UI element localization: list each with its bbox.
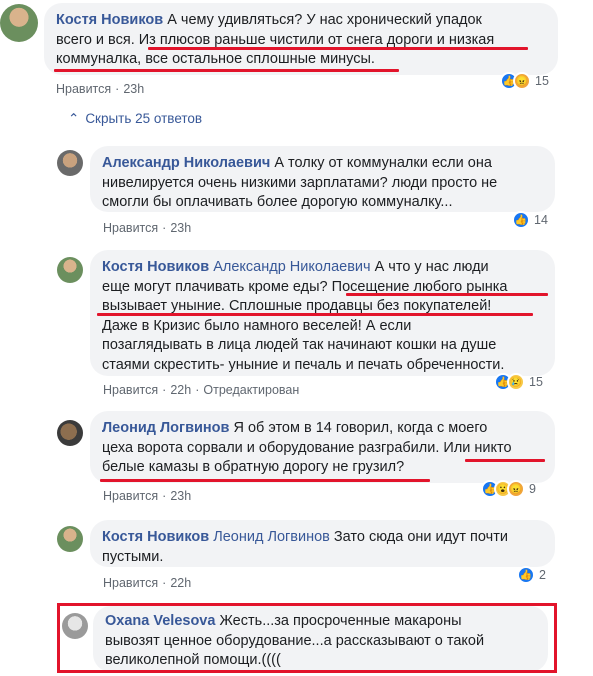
comment-text: Из плюсов раньше чистили от снега дороги… (138, 31, 495, 48)
sad-reaction-icon: 😢 (507, 373, 525, 391)
comment-actions: Нравится · 22h · Отредактирован (103, 383, 300, 397)
reactions[interactable]: 👍 😢 15 (494, 373, 543, 391)
timestamp[interactable]: 22h (170, 576, 191, 590)
reaction-count: 14 (534, 213, 548, 227)
like-button[interactable]: Нравится (103, 221, 158, 235)
reaction-count: 9 (529, 482, 536, 496)
chevron-up-icon: ⌃ (68, 111, 80, 126)
like-button[interactable]: Нравится (56, 82, 111, 96)
reaction-count: 15 (535, 74, 549, 88)
like-reaction-icon: 👍 (517, 566, 535, 584)
comment-text: нивелируется очень низкими зарплатами? л… (102, 174, 498, 191)
highlight-underline (465, 459, 545, 462)
highlight-underline (346, 293, 548, 296)
comment-text: коммуналка, все остальное сплошные минус… (56, 51, 375, 67)
highlight-underline (97, 313, 533, 316)
timestamp[interactable]: 22h (170, 383, 191, 397)
comment-text: стаями скрестить- уныние и печаль и печа… (102, 356, 505, 373)
avatar[interactable] (57, 150, 83, 176)
highlight-underline (54, 69, 399, 72)
comment-author[interactable]: Костя Новиков (102, 259, 209, 275)
timestamp[interactable]: 23h (170, 221, 191, 235)
comment-bubble: Леонид Логвинов Я об этом в 14 говорил, … (90, 411, 555, 483)
comment-text: А чему удивляться? У нас хронический упа… (167, 12, 482, 28)
edited-label[interactable]: Отредактирован (203, 383, 299, 397)
comment-actions: Нравится · 23h (56, 82, 145, 96)
comment-actions: Нравится · 22h (103, 576, 192, 590)
reactions[interactable]: 👍 2 (517, 566, 546, 584)
timestamp[interactable]: 23h (170, 489, 191, 503)
comment-text: Даже в Кризис было намного веселей! А ес… (102, 317, 412, 334)
avatar[interactable] (0, 4, 38, 42)
comment-text: позаглядывать в лица людей так начинают … (102, 337, 497, 353)
comment-text: еще могут плачивать кроме еды? (102, 278, 332, 295)
angry-reaction-icon: 😠 (513, 72, 531, 90)
hide-replies-link[interactable]: ⌃ Скрыть 25 ответов (68, 111, 202, 127)
comment-text: А толку от коммуналки если она (274, 155, 492, 171)
comment-bubble: Александр Николаевич А толку от коммунал… (90, 146, 555, 212)
comment-text: Я об этом в 14 говорил, когда с моего (233, 420, 488, 436)
avatar[interactable] (57, 257, 83, 283)
comment-author[interactable]: Костя Новиков (102, 529, 209, 545)
avatar[interactable] (57, 420, 83, 446)
like-button[interactable]: Нравится (103, 576, 158, 590)
highlight-box (57, 603, 557, 673)
comment-bubble: Костя Новиков Леонид Логвинов Зато сюда … (90, 520, 555, 567)
like-button[interactable]: Нравится (103, 383, 158, 397)
timestamp[interactable]: 23h (123, 82, 144, 96)
comment-text: А что у нас люди (374, 259, 489, 275)
comment-actions: Нравится · 23h (103, 221, 192, 235)
comment-author[interactable]: Костя Новиков (56, 12, 163, 28)
comment-text: Или никто (443, 439, 512, 456)
comment-text: всего и вся. (56, 31, 139, 48)
reactions[interactable]: 👍 😠 15 (500, 72, 549, 90)
reaction-count: 15 (529, 375, 543, 389)
comment-author[interactable]: Леонид Логвинов (102, 420, 229, 436)
comment-text: смогли бы оплачивать более дорогую комму… (102, 194, 453, 210)
mention-link[interactable]: Александр Николаевич (213, 259, 370, 275)
avatar[interactable] (57, 526, 83, 552)
comment-actions: Нравится · 23h (103, 489, 192, 503)
highlight-underline (148, 47, 528, 50)
like-button[interactable]: Нравится (103, 489, 158, 503)
mention-link[interactable]: Леонид Логвинов (213, 529, 330, 545)
reactions[interactable]: 👍 14 (512, 211, 548, 229)
comment-bubble: Костя Новиков А чему удивляться? У нас х… (44, 3, 558, 75)
comment-author[interactable]: Александр Николаевич (102, 155, 270, 171)
like-reaction-icon: 👍 (512, 211, 530, 229)
comment-text: цеха ворота сорвали и оборудование разгр… (102, 439, 444, 456)
reaction-count: 2 (539, 568, 546, 582)
comment-text: пустыми. (102, 548, 164, 565)
reactions[interactable]: 👍 😮 😠 9 (481, 480, 536, 498)
highlight-underline (100, 479, 430, 482)
angry-reaction-icon: 😠 (507, 480, 525, 498)
comment-text: Зато сюда они идут почти (333, 529, 508, 545)
